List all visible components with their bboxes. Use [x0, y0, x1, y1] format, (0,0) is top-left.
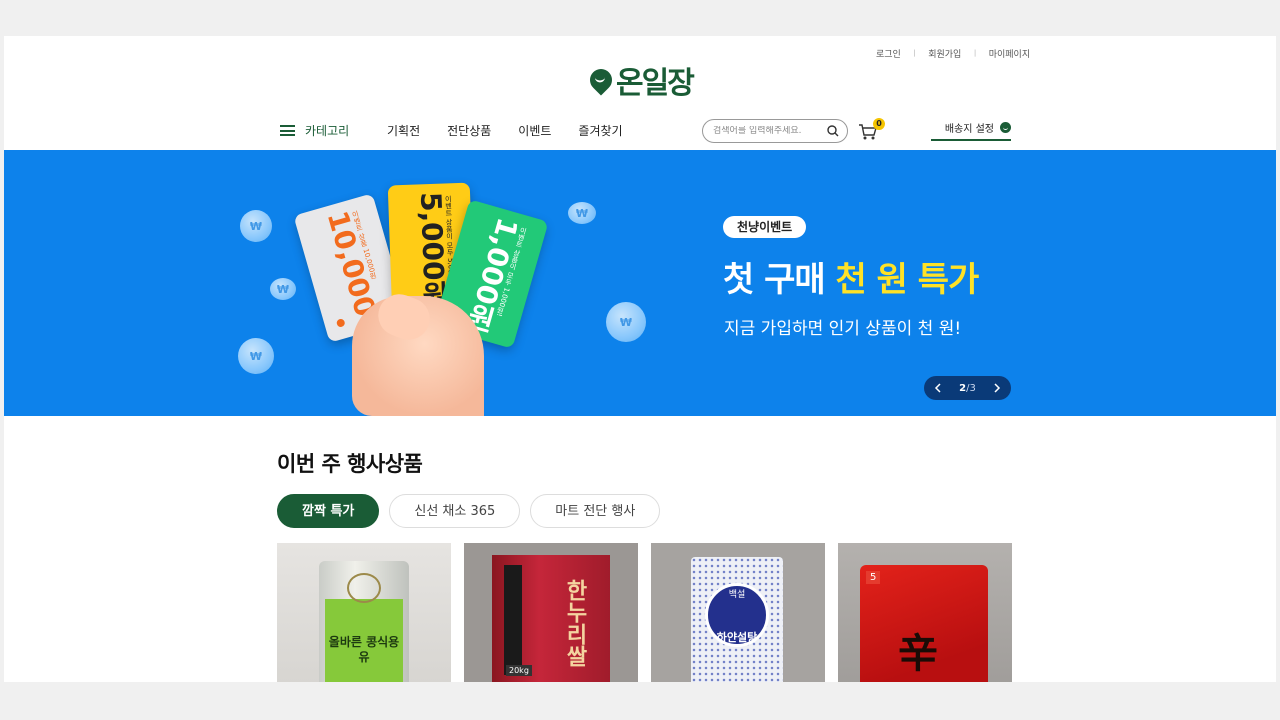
product-card[interactable]: 백설 하얀설탕: [651, 543, 825, 682]
product-list: 올바른 콩식용유 한누리쌀 20kg 백설 하얀설탕 5 辛: [277, 543, 1012, 682]
coin-icon: ₩: [238, 338, 274, 374]
tab-mart-flyer[interactable]: 마트 전단 행사: [530, 494, 661, 528]
voucher-dot: [335, 318, 346, 328]
logo-text: 온일장: [616, 66, 695, 101]
main-nav: 카테고리 기획전 전단상품 이벤트 즐겨찾기 0 배송지 설정: [277, 118, 1012, 149]
location-pin-icon: [1000, 122, 1011, 133]
product-label-strip: [504, 565, 522, 675]
product-weight-tag: 20kg: [506, 665, 532, 676]
utility-links: 로그인 ㅣ 회원가입 ㅣ 마이페이지: [876, 47, 1030, 60]
coin-icon: ₩: [240, 210, 272, 242]
nav-menu: 기획전 전단상품 이벤트 즐겨찾기: [387, 122, 623, 139]
search-icon[interactable]: [827, 125, 839, 137]
tab-flash-sale[interactable]: 깜짝 특가: [277, 494, 380, 528]
browser-viewport: 로그인 ㅣ 회원가입 ㅣ 마이페이지 온일장 카테고리 기획전 전단상품 이벤트…: [4, 36, 1276, 682]
hero-banner[interactable]: ₩ ₩ ₩ ₩ ₩ 10,000원 이벤트 상품 10,000원 5,000원 …: [4, 150, 1276, 416]
product-seal-icon: [347, 573, 381, 603]
banner-subtitle: 지금 가입하면 인기 상품이 천 원!: [724, 319, 962, 339]
product-package-text: 한누리쌀: [562, 579, 587, 667]
banner-headline: 첫 구매 천 원 특가: [723, 252, 980, 301]
coin-icon: ₩: [270, 278, 296, 300]
coin-icon: ₩: [568, 202, 596, 224]
product-package-text: 하얀설탕: [716, 631, 758, 644]
product-package-text: 올바른 콩식용유: [328, 635, 400, 664]
chevron-left-icon[interactable]: [934, 383, 942, 393]
divider: ㅣ: [971, 49, 979, 58]
product-pack-count: 5: [866, 571, 881, 584]
hamburger-icon: [280, 125, 295, 136]
nav-item-favorites[interactable]: 즐겨찾기: [578, 122, 622, 139]
nav-item-flyer[interactable]: 전단상품: [447, 122, 491, 139]
headline-highlight: 천 원 특가: [835, 260, 980, 300]
product-card[interactable]: 5 辛: [838, 543, 1012, 682]
banner-pager: 2/3: [924, 376, 1011, 400]
signup-link[interactable]: 회원가입: [928, 47, 961, 60]
delivery-setting-button[interactable]: 배송지 설정: [931, 120, 1011, 141]
category-button[interactable]: 카테고리: [280, 122, 349, 139]
product-card[interactable]: 올바른 콩식용유: [277, 543, 451, 682]
deal-tabs: 깜짝 특가 신선 채소 365 마트 전단 행사: [277, 494, 661, 528]
page-total: 3: [969, 382, 976, 394]
tab-fresh-vegetables[interactable]: 신선 채소 365: [389, 494, 521, 528]
headline-prefix: 첫 구매: [723, 260, 836, 300]
search-box: [702, 119, 848, 143]
category-label: 카테고리: [305, 124, 350, 138]
product-brand-text: 백설: [728, 590, 746, 600]
site-logo[interactable]: 온일장: [585, 58, 695, 102]
login-link[interactable]: 로그인: [876, 47, 901, 60]
logo-pin-icon: [585, 64, 617, 96]
nav-item-promotions[interactable]: 기획전: [387, 122, 420, 139]
nav-item-events[interactable]: 이벤트: [518, 122, 551, 139]
delivery-label: 배송지 설정: [944, 124, 994, 135]
cart-count-badge: 0: [873, 118, 885, 130]
coin-icon: ₩: [606, 302, 646, 342]
product-package-text: 辛: [898, 631, 938, 677]
page-indicator: 2/3: [959, 383, 976, 394]
chevron-right-icon[interactable]: [993, 383, 1001, 393]
search-input[interactable]: [713, 126, 823, 136]
section-title: 이번 주 행사상품: [277, 452, 423, 476]
product-card[interactable]: 한누리쌀 20kg: [464, 543, 638, 682]
divider: ㅣ: [910, 49, 919, 58]
event-chip: 천냥이벤트: [723, 216, 807, 238]
mypage-link[interactable]: 마이페이지: [989, 47, 1030, 60]
